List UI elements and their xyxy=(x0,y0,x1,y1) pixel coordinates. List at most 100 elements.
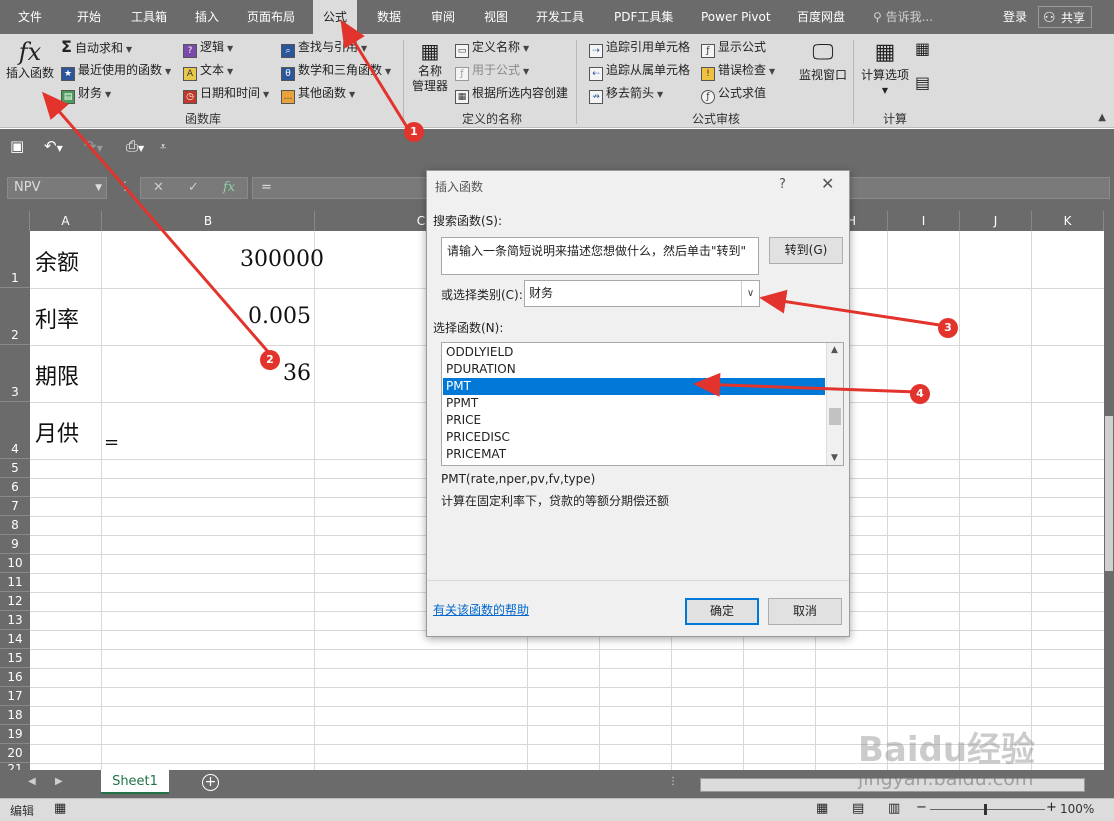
dialog-close-button[interactable]: ✕ xyxy=(821,174,834,193)
autosum-button[interactable]: Σ 自动求和 ▼ xyxy=(61,38,132,56)
go-button[interactable]: 转到(G) xyxy=(769,237,843,264)
tab-developer[interactable]: 开发工具 xyxy=(536,0,584,34)
login-link[interactable]: 登录 xyxy=(1003,0,1027,34)
search-function-input[interactable]: 请输入一条简短说明来描述您想做什么，然后单击"转到" xyxy=(441,237,759,275)
chevron-down-icon[interactable]: ∨ xyxy=(741,281,759,306)
page-break-view-icon[interactable]: ▥ xyxy=(888,801,900,816)
cell-a4[interactable]: 月供 xyxy=(35,416,79,448)
column-header-i[interactable]: I xyxy=(888,211,960,231)
scroll-down-icon[interactable]: ▼ xyxy=(831,453,838,463)
row-header-18[interactable]: 18 xyxy=(0,706,30,725)
redo-icon[interactable]: ↷▼ xyxy=(84,137,103,155)
row-header-9[interactable]: 9 xyxy=(0,535,30,554)
evaluate-formula-button[interactable]: ƒ 公式求值 xyxy=(701,84,766,104)
column-header-k[interactable]: K xyxy=(1032,211,1104,231)
tab-power-pivot[interactable]: Power Pivot xyxy=(701,0,771,34)
insert-function-button[interactable]: fx 插入函数 xyxy=(5,38,55,81)
row-header-15[interactable]: 15 xyxy=(0,649,30,668)
remove-arrows-button[interactable]: ↛ 移去箭头 ▼ xyxy=(589,84,663,104)
row-header-5[interactable]: 5 xyxy=(0,459,30,478)
sheet-tab-sheet1[interactable]: Sheet1 xyxy=(101,770,169,794)
category-select[interactable]: 财务 ∨ xyxy=(524,280,760,307)
tab-view[interactable]: 视图 xyxy=(484,0,508,34)
show-formulas-button[interactable]: ƒ 显示公式 xyxy=(701,38,766,58)
column-header-j[interactable]: J xyxy=(960,211,1032,231)
create-from-selection-button[interactable]: ▦ 根据所选内容创建 xyxy=(455,84,568,104)
math-trig-button[interactable]: θ 数学和三角函数 ▼ xyxy=(281,61,391,81)
row-header-3[interactable]: 3 xyxy=(0,345,30,402)
function-help-link[interactable]: 有关该函数的帮助 xyxy=(433,601,529,618)
add-sheet-icon[interactable]: + xyxy=(202,774,219,791)
page-layout-view-icon[interactable]: ▤ xyxy=(852,801,864,816)
lookup-button[interactable]: ⌕ 查找与引用 ▼ xyxy=(281,38,367,58)
cell-b2[interactable]: 0.005 xyxy=(200,304,311,329)
undo-icon[interactable]: ↶▼ xyxy=(44,137,63,155)
zoom-out-icon[interactable]: − xyxy=(916,800,927,815)
tab-pdf-tools[interactable]: PDF工具集 xyxy=(614,0,673,34)
row-header-13[interactable]: 13 xyxy=(0,611,30,630)
dialog-help-button[interactable]: ? xyxy=(779,177,786,192)
row-header-2[interactable]: 2 xyxy=(0,288,30,345)
recent-functions-button[interactable]: ★ 最近使用的函数 ▼ xyxy=(61,61,171,81)
row-header-7[interactable]: 7 xyxy=(0,497,30,516)
tab-formulas[interactable]: 公式 xyxy=(313,0,358,34)
scroll-thumb[interactable] xyxy=(1105,416,1113,571)
zoom-in-icon[interactable]: + xyxy=(1046,800,1057,815)
list-item-pduration[interactable]: PDURATION xyxy=(443,361,825,378)
row-header-20[interactable]: 20 xyxy=(0,744,30,763)
row-header-16[interactable]: 16 xyxy=(0,668,30,687)
row-header-21[interactable]: 21 xyxy=(0,763,30,770)
zoom-slider-knob[interactable] xyxy=(984,804,987,815)
datetime-button[interactable]: ◷ 日期和时间 ▼ xyxy=(183,84,269,104)
row-header-1[interactable]: 1 xyxy=(0,231,30,288)
zoom-level[interactable]: 100% xyxy=(1060,802,1094,816)
row-header-8[interactable]: 8 xyxy=(0,516,30,535)
share-button[interactable]: ⚇ 共享 xyxy=(1038,6,1093,28)
tab-data[interactable]: 数据 xyxy=(377,0,401,34)
zoom-slider[interactable] xyxy=(930,804,1045,815)
row-header-19[interactable]: 19 xyxy=(0,725,30,744)
tab-file[interactable]: 文件 xyxy=(18,0,42,34)
select-all-corner[interactable] xyxy=(0,211,30,231)
tab-page-layout[interactable]: 页面布局 xyxy=(247,0,295,34)
cancel-button[interactable]: 取消 xyxy=(768,598,842,625)
confirm-entry-button[interactable]: ✓ xyxy=(188,178,199,198)
ok-button[interactable]: 确定 xyxy=(685,598,759,625)
logical-button[interactable]: ? 逻辑 ▼ xyxy=(183,38,233,58)
scroll-thumb[interactable] xyxy=(829,408,841,425)
calculate-sheet-button[interactable]: ▤ xyxy=(915,74,930,92)
list-item-ppmt[interactable]: PPMT xyxy=(443,395,825,412)
list-item-oddlyield[interactable]: ODDLYIELD xyxy=(443,344,825,361)
list-item-pmt[interactable]: PMT xyxy=(443,378,825,395)
row-header-4[interactable]: 4 xyxy=(0,402,30,459)
column-header-b[interactable]: B xyxy=(102,211,315,231)
save-icon[interactable]: ▣ xyxy=(10,137,24,155)
cell-b4[interactable]: = xyxy=(104,432,119,453)
vertical-scrollbar[interactable] xyxy=(1104,211,1114,770)
cell-a1[interactable]: 余额 xyxy=(35,245,79,277)
tab-insert[interactable]: 插入 xyxy=(195,0,219,34)
error-checking-button[interactable]: ! 错误检查 ▼ xyxy=(701,61,775,81)
list-item-price[interactable]: PRICE xyxy=(443,412,825,429)
tab-home[interactable]: 开始 xyxy=(77,0,101,34)
column-header-a[interactable]: A xyxy=(30,211,102,231)
text-button[interactable]: A 文本 ▼ xyxy=(183,61,233,81)
tab-toolbox[interactable]: 工具箱 xyxy=(131,0,167,34)
name-manager-button[interactable]: ▦ 名称 管理器 xyxy=(410,38,450,94)
watch-window-button[interactable]: 🖵 监视窗口 xyxy=(796,38,850,83)
define-name-button[interactable]: ▭ 定义名称 ▼ xyxy=(455,38,529,58)
scroll-up-icon[interactable]: ▲ xyxy=(831,345,838,355)
row-header-14[interactable]: 14 xyxy=(0,630,30,649)
cancel-entry-button[interactable]: ✕ xyxy=(153,178,164,198)
row-header-17[interactable]: 17 xyxy=(0,687,30,706)
tab-baidu-netdisk[interactable]: 百度网盘 xyxy=(797,0,845,34)
function-list-scrollbar[interactable]: ▲ ▼ xyxy=(826,343,843,465)
use-in-formula-button[interactable]: ƒ 用于公式 ▼ xyxy=(455,61,529,81)
prev-sheet-icon[interactable]: ◀ xyxy=(28,776,36,787)
cell-a2[interactable]: 利率 xyxy=(35,302,79,334)
tell-me-box[interactable]: ⚲ 告诉我... xyxy=(873,0,933,34)
cell-a3[interactable]: 期限 xyxy=(35,359,79,391)
tab-review[interactable]: 审阅 xyxy=(431,0,455,34)
trace-dependents-button[interactable]: ⇠ 追踪从属单元格 xyxy=(589,61,690,81)
more-functions-button[interactable]: … 其他函数 ▼ xyxy=(281,84,355,104)
